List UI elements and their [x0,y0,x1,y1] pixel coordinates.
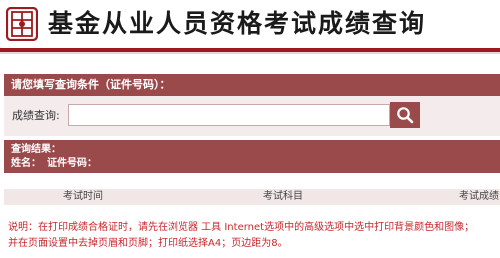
query-panel-title: 请您填写查询条件（证件号码）： [4,74,500,96]
results-meta: 姓名： 证件号码： [11,156,493,170]
query-label: 成绩查询: [12,109,60,122]
column-header-exam-subject: 考试科目 [263,191,303,202]
column-header-exam-score: 考试成绩 [459,191,499,202]
name-label: 姓名： [11,158,41,169]
query-row: 成绩查询: [4,96,500,136]
id-number-label: 证件号码： [47,158,97,169]
note-line-2: 并在页面设置中去掉页眉和页脚；打印纸选择A4；页边距为8。 [8,238,288,249]
results-header: 查询结果： 姓名： 证件号码： [4,140,500,173]
results-table-header: 考试时间 考试科目 考试成绩 [4,189,500,205]
page-title: 基金从业人员资格考试成绩查询 [48,9,427,38]
search-button[interactable] [390,102,420,128]
header-divider-shadow [0,52,500,54]
column-header-exam-time: 考试时间 [63,191,103,202]
results-title: 查询结果： [11,144,61,155]
search-icon [397,107,414,124]
query-panel: 请您填写查询条件（证件号码）： 成绩查询: [4,74,500,136]
bank-seal-logo-icon [6,7,38,41]
results-section: 查询结果： 姓名： 证件号码： 考试时间 考试科目 考试成绩 [4,140,500,205]
id-number-input[interactable] [68,104,390,126]
site-header: 基金从业人员资格考试成绩查询 [0,0,500,48]
note-line-1: 说明：在打印成绩合格证时，请先在浏览器 工具 Internet选项中的高级选项中… [8,222,475,233]
print-instructions: 说明：在打印成绩合格证时，请先在浏览器 工具 Internet选项中的高级选项中… [8,220,500,252]
